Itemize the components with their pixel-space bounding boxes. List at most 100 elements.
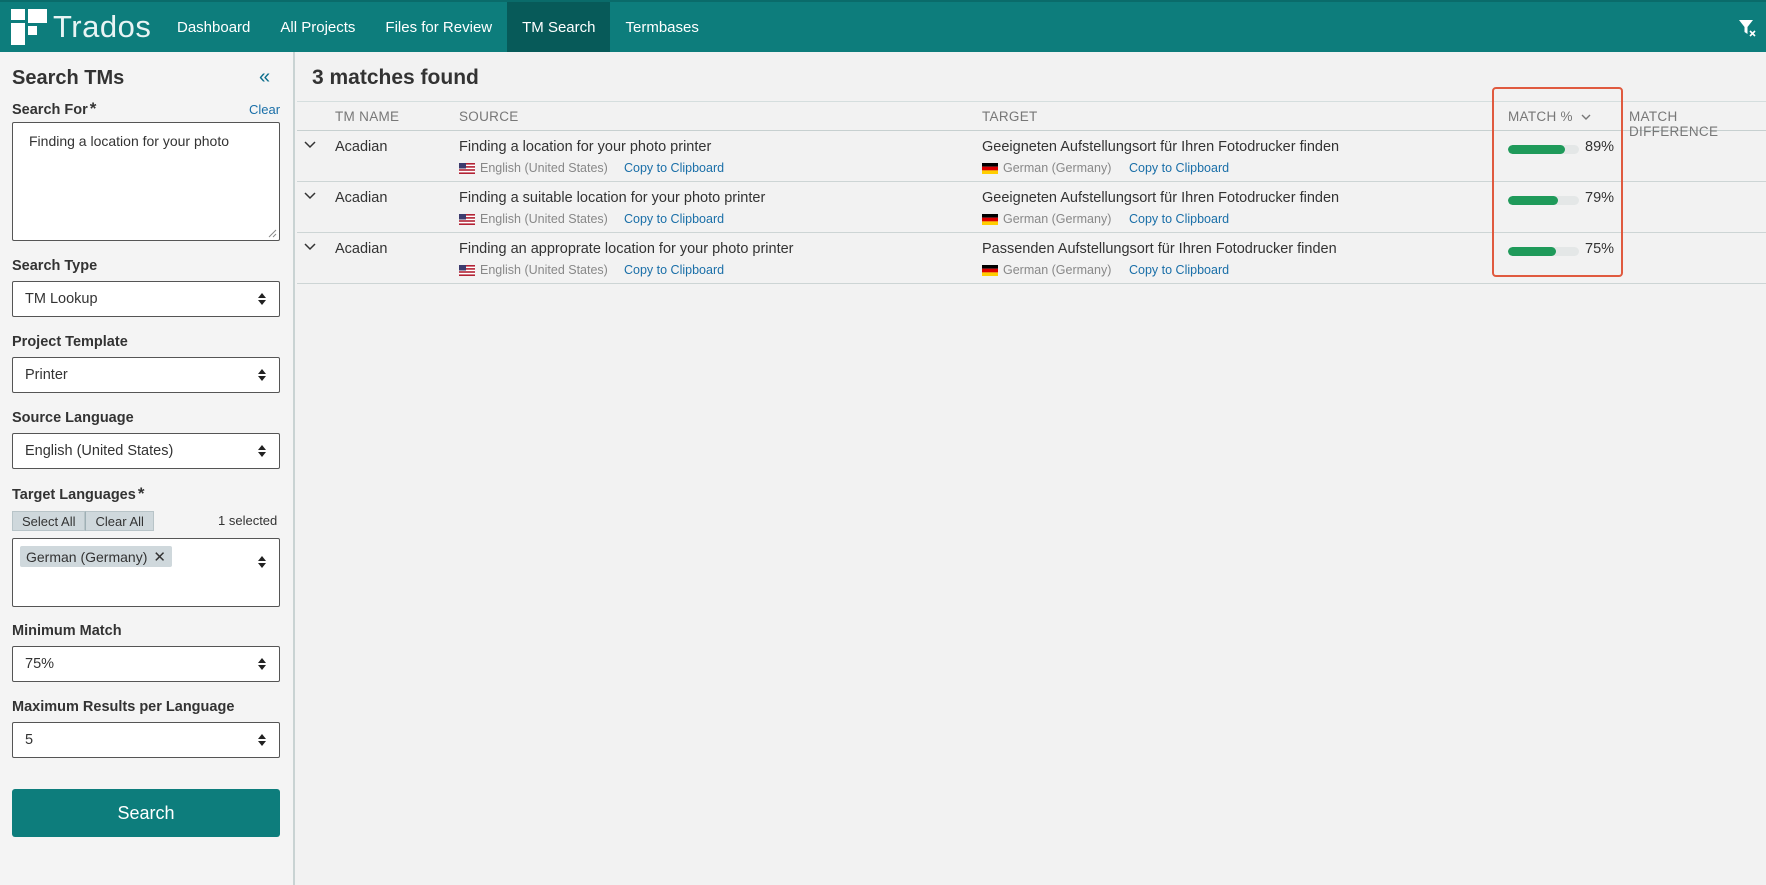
target-language-bulk-actions: Select All Clear All — [12, 511, 154, 531]
table-row[interactable]: Acadian Finding an approprate location fo… — [297, 233, 1766, 284]
target-language-tag: German (Germany) — [982, 263, 1111, 277]
match-progress-fill — [1508, 145, 1565, 154]
max-results-value: 5 — [25, 732, 34, 748]
max-results-label: Maximum Results per Language — [12, 699, 235, 715]
target-language-tag: German (Germany) — [982, 161, 1111, 175]
source-text-cell: Finding an approprate location for your … — [459, 241, 794, 257]
column-target[interactable]: TARGET — [982, 109, 1038, 124]
results-table: TM NAME SOURCE TARGET MATCH % MATCH DIFF… — [297, 101, 1766, 284]
project-template-label: Project Template — [12, 334, 128, 350]
results-title: 3 matches found — [312, 66, 479, 89]
table-row[interactable]: Acadian Finding a suitable location for y… — [297, 182, 1766, 233]
table-row[interactable]: Acadian Finding a location for your photo… — [297, 131, 1766, 182]
nav-all-projects[interactable]: All Projects — [265, 2, 370, 52]
copy-source-link[interactable]: Copy to Clipboard — [624, 212, 724, 226]
match-progress-fill — [1508, 196, 1559, 205]
expand-row-icon[interactable] — [304, 243, 316, 251]
select-arrows-icon — [258, 734, 266, 746]
select-arrows-icon — [258, 658, 266, 670]
search-type-value: TM Lookup — [25, 291, 98, 307]
target-languages-multiselect[interactable]: German (Germany) ✕ — [12, 538, 280, 607]
copy-source-link[interactable]: Copy to Clipboard — [624, 263, 724, 277]
trados-logo[interactable]: Trados — [0, 2, 162, 52]
sidebar-title: Search TMs — [12, 67, 125, 89]
copy-target-link[interactable]: Copy to Clipboard — [1129, 263, 1229, 277]
source-language-select[interactable]: English (United States) — [12, 433, 280, 469]
column-tm-name[interactable]: TM NAME — [335, 109, 399, 124]
source-language-tag: English (United States) — [459, 263, 608, 277]
nav-tm-search[interactable]: TM Search — [507, 2, 611, 52]
resize-grip-icon[interactable] — [267, 228, 277, 238]
target-languages-label: Target Languages * — [12, 484, 145, 503]
match-percent-cell: 89% — [1585, 139, 1615, 155]
remove-chip-icon[interactable]: ✕ — [153, 548, 166, 566]
trados-logo-icon — [11, 9, 47, 45]
project-template-select[interactable]: Printer — [12, 357, 280, 393]
table-header: TM NAME SOURCE TARGET MATCH % MATCH DIFF… — [297, 101, 1766, 139]
source-language-tag: English (United States) — [459, 212, 608, 226]
match-progress-bar — [1508, 247, 1579, 256]
search-for-label: Search For * — [12, 99, 97, 118]
app-name: Trados — [53, 9, 152, 44]
minimum-match-value: 75% — [25, 656, 55, 672]
match-progress-bar — [1508, 145, 1579, 154]
clear-search-link[interactable]: Clear — [249, 102, 280, 117]
max-results-select[interactable]: 5 — [12, 722, 280, 758]
selected-count: 1 selected — [218, 513, 278, 528]
german-flag-icon — [982, 264, 998, 276]
match-progress-bar — [1508, 196, 1579, 205]
clear-all-button[interactable]: Clear All — [85, 511, 154, 531]
us-flag-icon — [459, 162, 475, 174]
search-sidebar: Search TMs « Search For * Clear Finding a… — [0, 52, 295, 885]
target-text-cell: Geeigneten Aufstellungsort für Ihren Fot… — [982, 139, 1340, 155]
select-arrows-icon — [258, 369, 266, 381]
search-for-input[interactable]: Finding a location for your photo — [12, 122, 280, 241]
column-source[interactable]: SOURCE — [459, 109, 519, 124]
collapse-sidebar-icon[interactable]: « — [259, 67, 275, 87]
minimum-match-label: Minimum Match — [12, 623, 122, 639]
select-arrows-icon — [258, 293, 266, 305]
copy-target-link[interactable]: Copy to Clipboard — [1129, 212, 1229, 226]
us-flag-icon — [459, 213, 475, 225]
top-navigation-bar: Trados Dashboard All Projects Files for … — [0, 0, 1766, 52]
column-match-label: MATCH % — [1508, 109, 1573, 124]
tm-name-cell: Acadian — [335, 241, 388, 257]
expand-row-icon[interactable] — [304, 192, 316, 200]
match-percent-cell: 79% — [1585, 190, 1615, 206]
target-language-tag: German (Germany) — [982, 212, 1111, 226]
minimum-match-select[interactable]: 75% — [12, 646, 280, 682]
nav-dashboard[interactable]: Dashboard — [162, 2, 265, 52]
tm-name-cell: Acadian — [335, 190, 388, 206]
copy-source-link[interactable]: Copy to Clipboard — [624, 161, 724, 175]
main-nav: Dashboard All Projects Files for Review … — [162, 2, 714, 52]
german-flag-icon — [982, 213, 998, 225]
copy-target-link[interactable]: Copy to Clipboard — [1129, 161, 1229, 175]
sort-desc-icon — [1581, 114, 1591, 120]
source-text-cell: Finding a location for your photo printe… — [459, 139, 712, 155]
source-language-value: English (United States) — [25, 443, 174, 459]
column-match-percent[interactable]: MATCH % — [1508, 109, 1591, 124]
us-flag-icon — [459, 264, 475, 276]
source-language-tag: English (United States) — [459, 161, 608, 175]
search-type-label: Search Type — [12, 258, 98, 274]
tm-name-cell: Acadian — [335, 139, 388, 155]
source-text-cell: Finding a suitable location for your pho… — [459, 190, 766, 206]
search-for-value: Finding a location for your photo — [29, 133, 230, 149]
source-language-label: Source Language — [12, 410, 134, 426]
target-text-cell: Passenden Aufstellungsort für Ihren Foto… — [982, 241, 1337, 257]
target-text-cell: Geeigneten Aufstellungsort für Ihren Fot… — [982, 190, 1340, 206]
nav-termbases[interactable]: Termbases — [610, 2, 713, 52]
match-progress-fill — [1508, 247, 1556, 256]
chip-label: German (Germany) — [26, 548, 148, 565]
search-type-select[interactable]: TM Lookup — [12, 281, 280, 317]
select-arrows-icon — [258, 445, 266, 457]
target-language-chip: German (Germany) ✕ — [20, 546, 172, 567]
nav-files-for-review[interactable]: Files for Review — [370, 2, 507, 52]
match-percent-cell: 75% — [1585, 241, 1615, 257]
german-flag-icon — [982, 162, 998, 174]
filter-icon[interactable] — [1738, 18, 1756, 38]
search-button[interactable]: Search — [12, 789, 280, 837]
select-all-button[interactable]: Select All — [12, 511, 86, 531]
expand-row-icon[interactable] — [304, 141, 316, 149]
project-template-value: Printer — [25, 367, 68, 383]
